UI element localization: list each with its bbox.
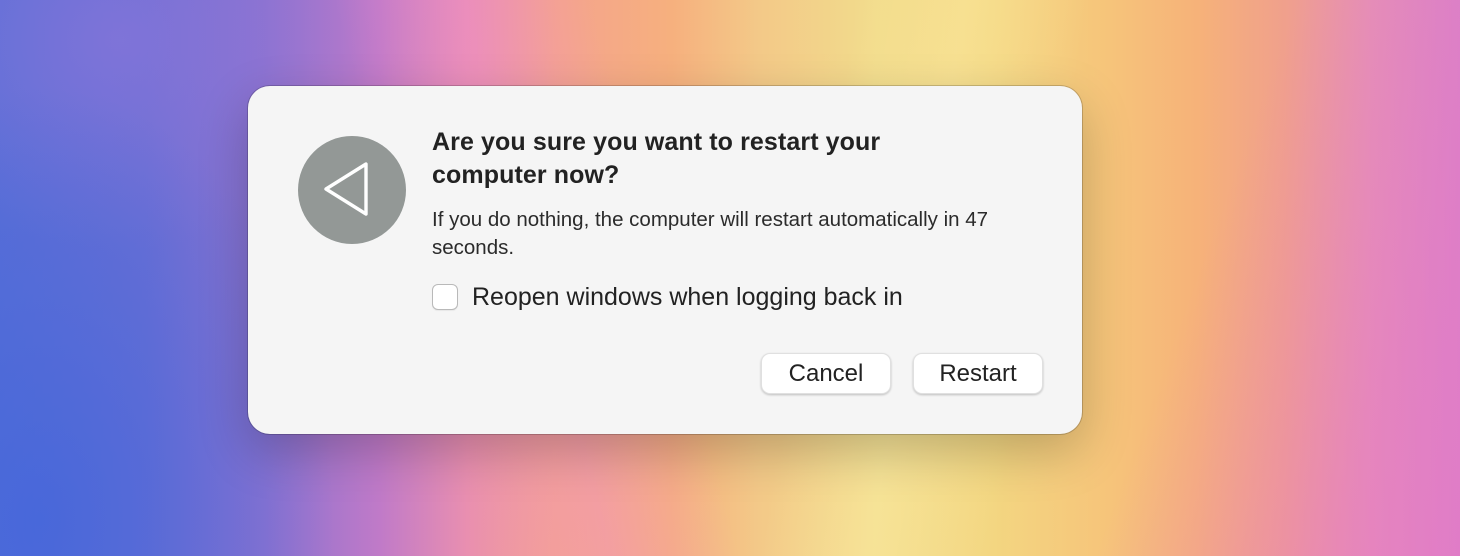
reopen-windows-option[interactable]: Reopen windows when logging back in [432,281,903,313]
reopen-windows-checkbox[interactable] [432,284,458,310]
restart-arrow-icon [298,136,406,244]
restart-confirmation-dialog: Are you sure you want to restart your co… [248,86,1082,434]
cancel-button[interactable]: Cancel [761,353,891,394]
dialog-title: Are you sure you want to restart your co… [432,128,881,189]
reopen-windows-label[interactable]: Reopen windows when logging back in [472,283,903,312]
dialog-message: If you do nothing, the computer will res… [432,208,989,259]
restart-button[interactable]: Restart [913,353,1043,394]
